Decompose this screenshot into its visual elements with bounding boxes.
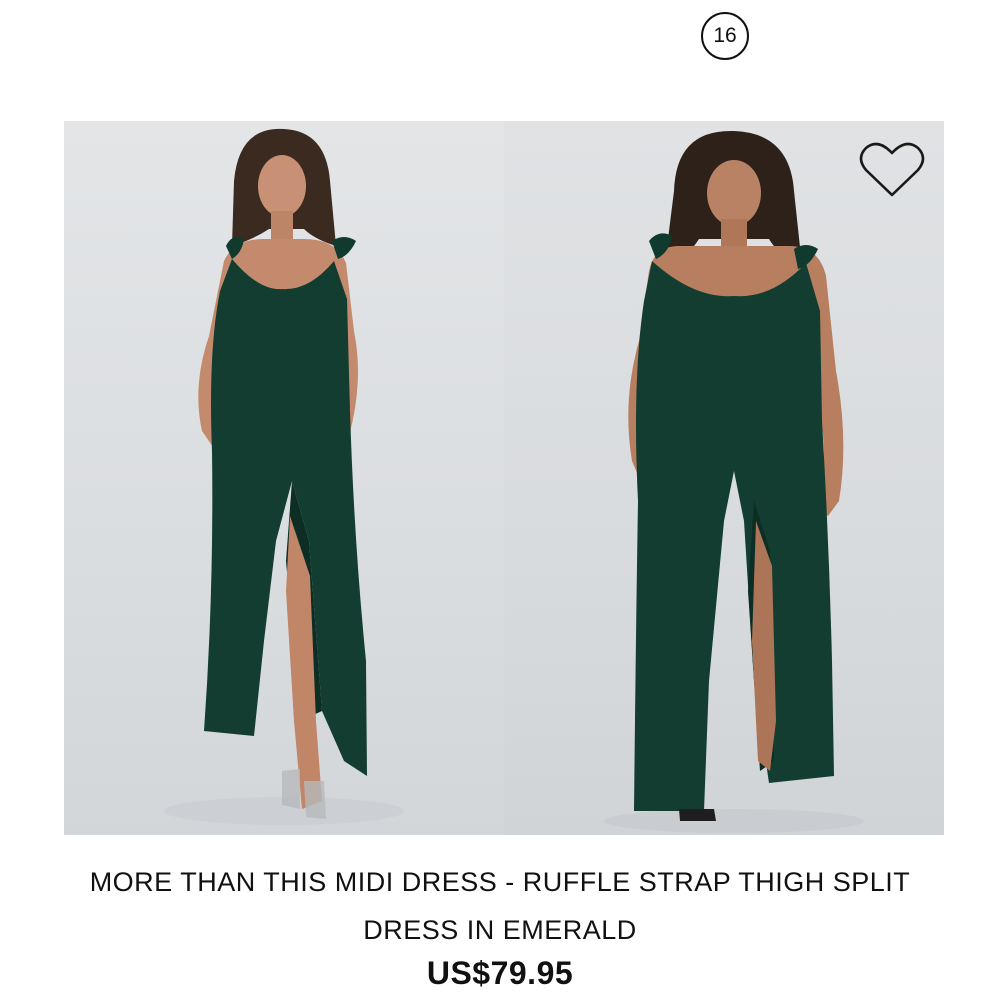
product-price: US$79.95 bbox=[426, 955, 574, 991]
model-2-illustration bbox=[604, 130, 864, 833]
product-title-line-2: DRESS IN EMERALD bbox=[363, 915, 637, 945]
image-count-badge[interactable]: 16 bbox=[701, 12, 749, 60]
model-1-illustration bbox=[164, 128, 404, 825]
wishlist-heart-icon[interactable] bbox=[858, 140, 926, 200]
product-image-model-2[interactable] bbox=[504, 121, 944, 835]
product-image-gallery[interactable] bbox=[64, 121, 944, 835]
product-title[interactable]: MORE THAN THIS MIDI DRESS - RUFFLE STRAP… bbox=[60, 858, 940, 954]
product-title-line-1: MORE THAN THIS MIDI DRESS - RUFFLE STRAP… bbox=[89, 867, 911, 897]
product-card: 16 MORE THAN THIS MIDI DRESS - RUFFLE ST… bbox=[0, 0, 1000, 1000]
product-image-model-1[interactable] bbox=[64, 121, 504, 835]
